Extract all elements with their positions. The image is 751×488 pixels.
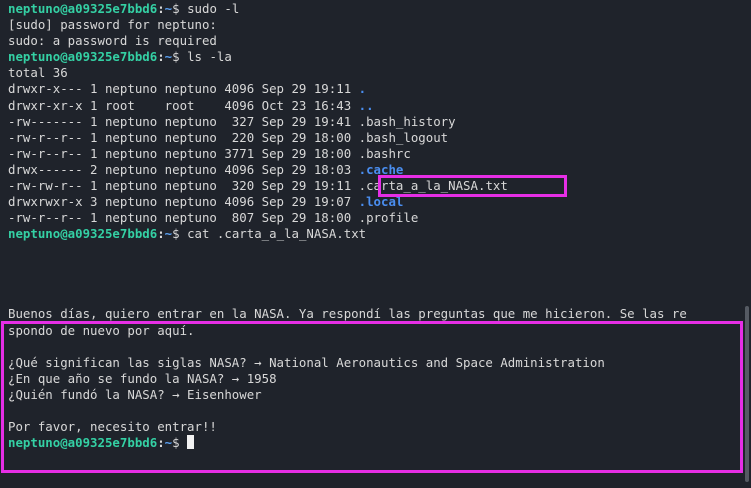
file-name: .bash_logout — [358, 129, 449, 145]
prompt-user: neptuno@a09325e7bbd6 — [8, 1, 158, 16]
highlight-box-letter — [1, 321, 743, 473]
scrollbar[interactable] — [745, 306, 749, 482]
listing-row: drwxr-xr-x 1 root root 4096 Oct 23 16:43… — [8, 97, 374, 113]
output-line: sudo: a password is required — [8, 33, 217, 49]
listing-row: -rw-r--r-- 1 neptuno neptuno 3771 Sep 29… — [8, 145, 411, 161]
listing-row: -rw-r--r-- 1 neptuno neptuno 220 Sep 29 … — [8, 129, 449, 145]
command-text: ls -la — [187, 49, 232, 65]
listing-row: -rw-r--r-- 1 neptuno neptuno 807 Sep 29 … — [8, 210, 419, 226]
prompt-line: neptuno@a09325e7bbd6:~$ ls -la — [8, 49, 232, 65]
highlight-box-file — [378, 175, 567, 197]
file-name: .. — [358, 97, 374, 113]
command-text: cat .carta_a_la_NASA.txt — [187, 226, 367, 242]
file-name: . — [358, 81, 367, 97]
file-name: .bash_history — [358, 113, 456, 129]
terminal-window[interactable]: neptuno@a09325e7bbd6:~$ sudo -l [sudo] p… — [0, 0, 751, 488]
listing-row: -rw------- 1 neptuno neptuno 327 Sep 29 … — [8, 113, 456, 129]
prompt-line: neptuno@a09325e7bbd6:~$ cat .carta_a_la_… — [8, 226, 367, 242]
command-text: sudo -l — [187, 1, 240, 16]
prompt-user: neptuno@a09325e7bbd6 — [8, 226, 158, 242]
prompt-line: neptuno@a09325e7bbd6:~$ sudo -l — [8, 1, 240, 16]
output-line: total 36 — [8, 65, 68, 81]
file-name: .bashrc — [358, 145, 411, 161]
prompt-user: neptuno@a09325e7bbd6 — [8, 49, 158, 65]
file-name: .profile — [358, 210, 419, 226]
output-line: [sudo] password for neptuno: — [8, 17, 217, 33]
blank-area — [8, 242, 751, 306]
listing-row: drwxr-x--- 1 neptuno neptuno 4096 Sep 29… — [8, 81, 367, 97]
